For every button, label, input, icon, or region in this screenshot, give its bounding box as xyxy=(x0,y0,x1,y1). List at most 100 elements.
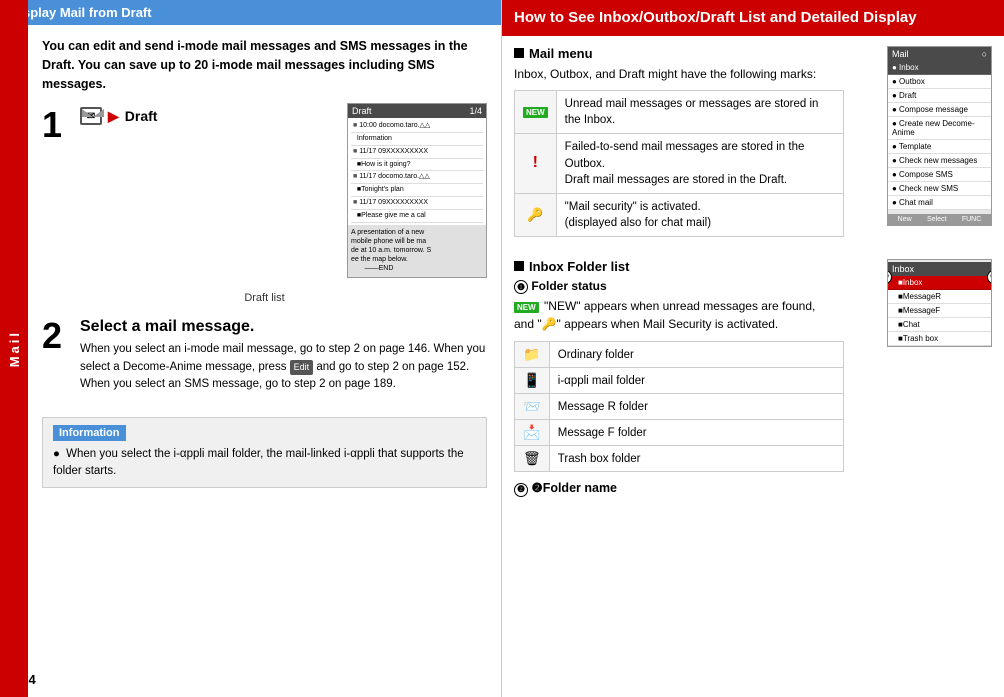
folder-table: 📁 Ordinary folder 📱 i-αppli mail folder … xyxy=(514,341,844,472)
edit-button[interactable]: Edit xyxy=(290,360,314,376)
inbox-row-4[interactable]: ■Chat xyxy=(888,318,991,332)
phone-footer: New Select FUNC xyxy=(888,214,991,225)
folder-status-label: Folder status xyxy=(531,279,606,293)
phone-menu-item-10[interactable]: ● Chat mail xyxy=(888,196,991,210)
inbox-folder-left: Inbox Folder list ❶ Folder status NEW "N… xyxy=(514,259,877,497)
draft-row-5: ■11/17 docomo.taro.△△ xyxy=(351,171,483,184)
new-badge-inline: NEW xyxy=(514,302,539,313)
draft-row-4: ■How is it going? xyxy=(351,159,483,172)
draft-row-7: ■11/17 09XXXXXXXXX xyxy=(351,197,483,210)
folder-row-ordinary: 📁 Ordinary folder xyxy=(515,342,844,368)
mail-menu-title: Mail menu xyxy=(514,46,877,61)
phone-menu-item-4[interactable]: ● Compose message xyxy=(888,103,991,117)
phone-menu-item-8[interactable]: ● Compose SMS xyxy=(888,168,991,182)
folder-row-messageF: 📩 Message F folder xyxy=(515,420,844,446)
left-header-title: Display Mail from Draft xyxy=(10,5,152,20)
marks-row-2: ! Failed-to-send mail messages are store… xyxy=(515,134,844,193)
draft-screenshot: Draft 1/4 ■10:00 docomo.taro.△△ Informat… xyxy=(347,103,487,278)
phone-menu-item-9[interactable]: ● Check new SMS xyxy=(888,182,991,196)
phone-menu: ● Inbox ● Outbox ● Draft ● Compose messa… xyxy=(888,61,991,210)
step1-action: Draft xyxy=(125,108,158,124)
iappli-folder-icon: 📱 xyxy=(515,368,550,394)
inbox-phone-screenshot: ❶ ❷ Inbox ■Inbox ■MessageR ■MessageF ■Ch… xyxy=(887,259,992,347)
circle-anno-1: ❶ xyxy=(514,280,528,294)
inbox-row-5[interactable]: ■Trash box xyxy=(888,332,991,346)
inbox-desc: NEW "NEW" appears when unread messages a… xyxy=(514,297,877,333)
draft-row-3: ■11/17 09XXXXXXXXX xyxy=(351,146,483,159)
step1-content: ✉ ▶ Draft Draft 1/4 ■10:00 docomo.taro.△… xyxy=(80,107,487,278)
mail-menu-title-text: Mail menu xyxy=(529,46,593,61)
folder-row-messageR: 📨 Message R folder xyxy=(515,394,844,420)
left-content: You can edit and send i-mode mail messag… xyxy=(28,25,501,697)
messageR-folder-label: Message R folder xyxy=(549,394,843,420)
lock-icon: 🔑 xyxy=(527,207,543,222)
exclaim-icon-cell: ! xyxy=(515,134,557,193)
phone-menu-item-1[interactable]: ● Inbox xyxy=(888,61,991,75)
phone-menu-item-7[interactable]: ● Check new messages xyxy=(888,154,991,168)
left-header: Display Mail from Draft xyxy=(0,0,501,25)
marks-row-1: NEW Unread mail messages or messages are… xyxy=(515,91,844,134)
messageF-folder-label: Message F folder xyxy=(549,420,843,446)
left-panel: Display Mail from Draft You can edit and… xyxy=(0,0,502,697)
draft-screenshot-body: A presentation of a new mobile phone wil… xyxy=(348,225,486,279)
info-box: Information ● When you select the i-αppl… xyxy=(42,417,487,488)
phone-btn-new[interactable]: New xyxy=(898,216,912,223)
draft-screenshot-counter: 1/4 xyxy=(469,106,482,116)
draft-screenshot-header: Draft 1/4 xyxy=(348,104,486,118)
step1-row: 1 ✉ ▶ Draft Draft 1/4 xyxy=(42,107,487,278)
phone-btn-func[interactable]: FUNC xyxy=(962,216,981,223)
step1-number: 1 xyxy=(42,107,70,143)
draft-screenshot-title: Draft xyxy=(352,106,372,116)
trash-folder-label: Trash box folder xyxy=(549,446,843,472)
new-badge: NEW xyxy=(523,107,548,118)
draft-caption: Draft list xyxy=(42,292,487,304)
phone-screenshot: Mail ○ ● Inbox ● Outbox ● Draft ● Compos… xyxy=(887,46,992,226)
folder-name-text: ❷Folder name xyxy=(531,481,617,495)
messageR-folder-icon: 📨 xyxy=(515,394,550,420)
trash-folder-icon: 🗑 xyxy=(515,446,550,472)
phone-menu-item-2[interactable]: ● Outbox xyxy=(888,75,991,89)
right-header: How to See Inbox/Outbox/Draft List and D… xyxy=(502,0,1004,36)
phone-btn-select[interactable]: Select xyxy=(927,216,946,223)
phone-menu-item-3[interactable]: ● Draft xyxy=(888,89,991,103)
draft-row-2: Information xyxy=(351,133,483,146)
iappli-folder-label: i-αppli mail folder xyxy=(549,368,843,394)
inbox-row-3[interactable]: ■MessageF xyxy=(888,304,991,318)
mail-menu-right: Mail ○ ● Inbox ● Outbox ● Draft ● Compos… xyxy=(887,46,992,251)
draft-screenshot-content: ■10:00 docomo.taro.△△ Information ■11/17… xyxy=(348,118,486,224)
black-square-inbox xyxy=(514,261,524,271)
right-panel: How to See Inbox/Outbox/Draft List and D… xyxy=(502,0,1004,697)
marks-table: NEW Unread mail messages or messages are… xyxy=(514,90,844,237)
folder-name-label: ❷ ❷Folder name xyxy=(514,480,877,497)
phone-menu-item-5[interactable]: ● Create new Decome-Anime xyxy=(888,117,991,140)
intro-text: You can edit and send i-mode mail messag… xyxy=(42,37,487,93)
marks-desc-2: Failed-to-send mail messages are stored … xyxy=(556,134,843,193)
black-square-icon xyxy=(514,48,524,58)
folder-row-iappli: 📱 i-αppli mail folder xyxy=(515,368,844,394)
phone-menu-item-6[interactable]: ● Template xyxy=(888,140,991,154)
ordinary-folder-icon: 📁 xyxy=(515,342,550,368)
ordinary-folder-label: Ordinary folder xyxy=(549,342,843,368)
mail-menu-left: Mail menu Inbox, Outbox, and Draft might… xyxy=(514,46,877,251)
phone-header: Mail ○ xyxy=(888,47,991,61)
exclaim-icon: ! xyxy=(533,154,538,171)
messageF-folder-icon: 📩 xyxy=(515,420,550,446)
sidebar: Mail xyxy=(0,0,28,697)
marks-desc-3: "Mail security" is activated.(displayed … xyxy=(556,193,843,236)
step2-row: 2 Select a mail message. When you select… xyxy=(42,318,487,403)
inbox-row-1[interactable]: ■Inbox xyxy=(888,276,991,290)
phone-title: Mail xyxy=(892,49,909,59)
step2-content: Select a mail message. When you select a… xyxy=(80,318,487,403)
inbox-phone-header: Inbox xyxy=(888,262,991,276)
inbox-folder-title: Inbox Folder list xyxy=(514,259,877,274)
draft-row-6: ■Tonight's plan xyxy=(351,184,483,197)
right-content: Mail menu Inbox, Outbox, and Draft might… xyxy=(502,36,1004,697)
inbox-row-2[interactable]: ■MessageR xyxy=(888,290,991,304)
marks-desc-1: Unread mail messages or messages are sto… xyxy=(556,91,843,134)
mail-icon: ✉ xyxy=(80,107,102,125)
step2-text: When you select an i-mode mail message, … xyxy=(80,341,487,393)
folder-row-trash: 🗑 Trash box folder xyxy=(515,446,844,472)
inbox-phone-title: Inbox xyxy=(892,264,914,274)
draft-row-8: ■Please give me a cal xyxy=(351,210,483,223)
step2-number: 2 xyxy=(42,318,70,354)
